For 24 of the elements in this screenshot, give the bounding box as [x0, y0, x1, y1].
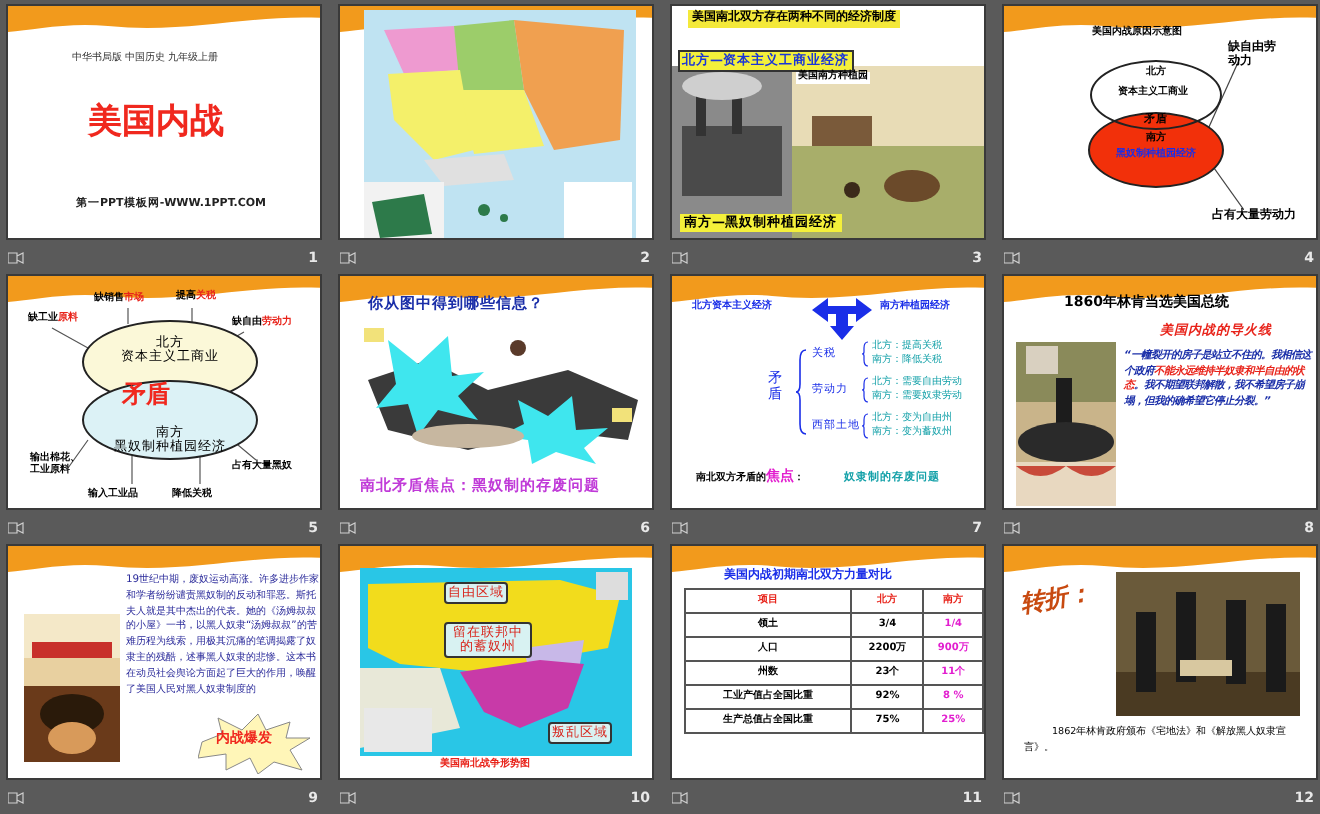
transition-icon[interactable] — [340, 521, 356, 533]
transition-icon[interactable] — [1004, 251, 1020, 263]
double-arrow-icon — [812, 296, 872, 340]
transition-icon[interactable] — [672, 521, 688, 533]
transition-icon[interactable] — [672, 251, 688, 263]
brace-icon — [862, 376, 870, 404]
slide-thumbnail[interactable] — [338, 4, 654, 240]
transition-icon[interactable] — [8, 251, 24, 263]
south-ellipse — [1088, 112, 1224, 188]
transition-icon[interactable] — [1004, 521, 1020, 533]
wordart-heading: 转折： — [1018, 579, 1094, 619]
transition-icon[interactable] — [672, 791, 688, 803]
transition-icon[interactable] — [8, 521, 24, 533]
slide-title: 美国内战 — [88, 104, 224, 142]
transition-icon[interactable] — [340, 251, 356, 263]
transition-icon[interactable] — [8, 791, 24, 803]
burst-shape — [198, 714, 310, 774]
north-ellipse — [1090, 60, 1222, 130]
brace-icon — [862, 340, 870, 368]
brace-icon — [862, 412, 870, 440]
transition-icon[interactable] — [1004, 791, 1020, 803]
transition-icon[interactable] — [340, 791, 356, 803]
conflict-label: 矛盾 — [122, 382, 170, 409]
brace-icon — [796, 348, 808, 436]
